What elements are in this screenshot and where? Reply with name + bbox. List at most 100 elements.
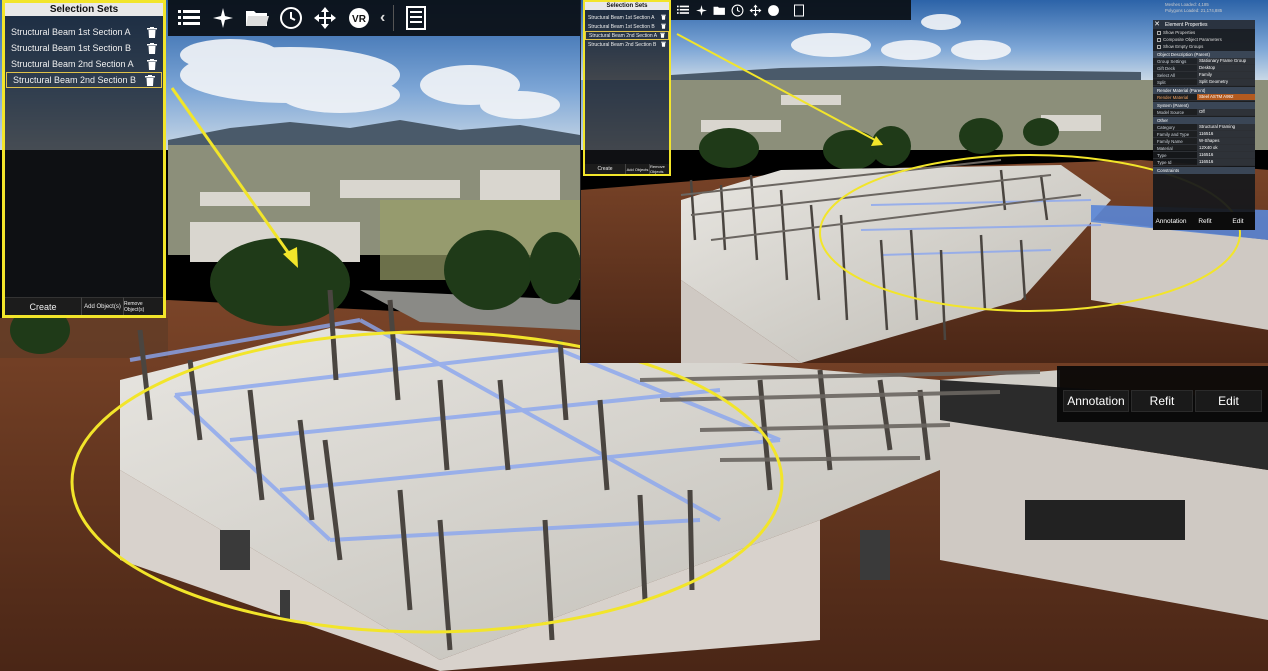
panel-title: Selection Sets	[5, 3, 163, 16]
inset-toolbar	[671, 0, 911, 20]
refit-button[interactable]: Refit	[1189, 218, 1221, 225]
selection-set-item[interactable]: Structural Beam 2nd Section A	[5, 56, 163, 72]
trash-icon[interactable]	[147, 58, 157, 70]
property-value[interactable]: Stationary Frame Group	[1197, 58, 1255, 64]
selection-set-item[interactable]: Structural Beam 2nd Section B	[585, 40, 669, 49]
load-stats: Meshes Loaded: 4,185 Polygons Loaded: 21…	[1165, 2, 1222, 14]
selection-set-label: Structural Beam 1st Section B	[11, 43, 132, 53]
trash-icon[interactable]	[147, 26, 157, 38]
property-key: Render Material	[1157, 94, 1189, 100]
property-value[interactable]: Desktop	[1197, 65, 1255, 71]
property-value[interactable]: 12X40 ok	[1197, 145, 1255, 151]
selection-sets-panel: Selection Sets Structural Beam 1st Secti…	[2, 0, 166, 318]
checkbox-row[interactable]: Show Properties	[1153, 29, 1255, 36]
close-icon[interactable]: ✕	[1153, 20, 1161, 29]
property-row: Gift Deck Desktop	[1153, 65, 1255, 72]
section-header[interactable]: Other	[1153, 117, 1255, 124]
property-row: Family and Type 116516	[1153, 131, 1255, 138]
property-key: Material	[1157, 145, 1173, 151]
section-header[interactable]: System (Parent)	[1153, 102, 1255, 109]
section-header[interactable]: Object Description (Parent)	[1153, 51, 1255, 58]
selection-set-item[interactable]: Structural Beam 1st Section B	[5, 40, 163, 56]
checkbox-label: Show Empty Groups	[1163, 44, 1204, 49]
property-value[interactable]: 116516	[1197, 152, 1255, 158]
clock-icon[interactable]	[729, 2, 745, 18]
collapse-icon[interactable]: ‹	[380, 9, 385, 27]
property-key: Split	[1157, 79, 1166, 85]
section-header[interactable]: Render Material (Parent)	[1153, 87, 1255, 94]
trash-icon[interactable]	[661, 41, 666, 49]
checkbox-row[interactable]: Composite Object Parameters	[1153, 36, 1255, 43]
checkbox[interactable]	[1157, 37, 1161, 42]
property-row: Select All Family	[1153, 72, 1255, 79]
panel-icon[interactable]	[402, 3, 432, 33]
fly-icon[interactable]	[208, 3, 238, 33]
remove-objects-button[interactable]: Remove Objects	[649, 164, 669, 174]
element-properties-panel: ✕ Element Properties Show Properties Com…	[1153, 20, 1255, 230]
vr-icon[interactable]: VR	[344, 3, 374, 33]
list-icon[interactable]	[675, 2, 691, 18]
selection-set-label: Structural Beam 1st Section B	[588, 23, 655, 30]
move-icon[interactable]	[747, 2, 763, 18]
refit-button[interactable]: Refit	[1131, 390, 1193, 412]
add-objects-button[interactable]: Add Objects	[625, 164, 649, 174]
trash-icon[interactable]	[145, 74, 155, 86]
property-value[interactable]: Split Geometry	[1197, 79, 1255, 85]
inset-screenshot: Selection Sets Structural Beam 1st Secti…	[580, 0, 1268, 363]
property-value[interactable]: 116516	[1197, 159, 1255, 165]
edit-button[interactable]: Edit	[1195, 390, 1262, 412]
folder-icon[interactable]	[711, 2, 727, 18]
property-value[interactable]: Steel ASTM A992	[1197, 94, 1255, 100]
vr-icon[interactable]	[765, 2, 781, 18]
trash-icon[interactable]	[661, 14, 666, 22]
main-toolbar: VR ‹	[168, 0, 580, 36]
list-icon[interactable]	[174, 3, 204, 33]
selection-set-label: Structural Beam 1st Section A	[588, 14, 655, 21]
property-value[interactable]: Off	[1197, 109, 1255, 115]
property-value[interactable]: W-Shapes	[1197, 138, 1255, 144]
toolbar-divider	[393, 5, 395, 31]
selection-set-item[interactable]: Structural Beam 1st Section B	[585, 22, 669, 31]
trash-icon[interactable]	[147, 42, 157, 54]
property-key: Type	[1157, 152, 1167, 158]
create-button[interactable]: Create	[585, 164, 625, 174]
property-key: Family Name	[1157, 138, 1183, 144]
selection-set-item-active[interactable]: Structural Beam 2nd Section A	[585, 31, 669, 40]
properties-title-text: Element Properties	[1165, 21, 1208, 28]
fly-icon[interactable]	[693, 2, 709, 18]
move-icon[interactable]	[310, 3, 340, 33]
property-row: Split Split Geometry	[1153, 79, 1255, 86]
annotation-button[interactable]: Annotation	[1153, 218, 1189, 225]
create-button[interactable]: Create	[5, 297, 81, 315]
panel-title: Selection Sets	[585, 2, 669, 10]
edit-button[interactable]: Edit	[1221, 218, 1255, 225]
folder-icon[interactable]	[242, 3, 272, 33]
property-key: Select All	[1157, 72, 1176, 78]
add-objects-button[interactable]: Add Object(s)	[81, 297, 123, 315]
property-key: Type Id	[1157, 159, 1172, 165]
selection-set-label: Structural Beam 2nd Section A	[589, 32, 658, 39]
property-row: Material 12X40 ok	[1153, 145, 1255, 152]
property-key: Model Source	[1157, 109, 1185, 115]
trash-icon[interactable]	[661, 23, 666, 31]
property-value[interactable]: 116516	[1197, 131, 1255, 137]
property-value[interactable]: Structural Framing	[1197, 124, 1255, 130]
annotation-button[interactable]: Annotation	[1063, 390, 1129, 412]
checkbox[interactable]	[1157, 30, 1161, 35]
trash-icon[interactable]	[660, 32, 665, 40]
polygons-loaded: Polygons Loaded: 21,174,885	[1165, 8, 1223, 13]
checkbox[interactable]	[1157, 44, 1161, 49]
selection-set-item[interactable]: Structural Beam 1st Section A	[5, 24, 163, 40]
property-row-highlighted: Render Material Steel ASTM A992	[1153, 94, 1255, 101]
selection-set-item[interactable]: Structural Beam 1st Section A	[585, 13, 669, 22]
panel-icon[interactable]	[791, 2, 807, 18]
selection-set-item-active[interactable]: Structural Beam 2nd Section B	[6, 72, 162, 88]
checkbox-row[interactable]: Show Empty Groups	[1153, 43, 1255, 50]
remove-objects-button[interactable]: Remove Object(s)	[123, 297, 163, 315]
property-value[interactable]: Family	[1197, 72, 1255, 78]
section-header[interactable]: Constraints	[1153, 167, 1255, 174]
clock-icon[interactable]	[276, 3, 306, 33]
property-row: Category Structural Framing	[1153, 124, 1255, 131]
property-row: Model Source Off	[1153, 109, 1255, 116]
property-key: Group Settings	[1157, 58, 1187, 64]
